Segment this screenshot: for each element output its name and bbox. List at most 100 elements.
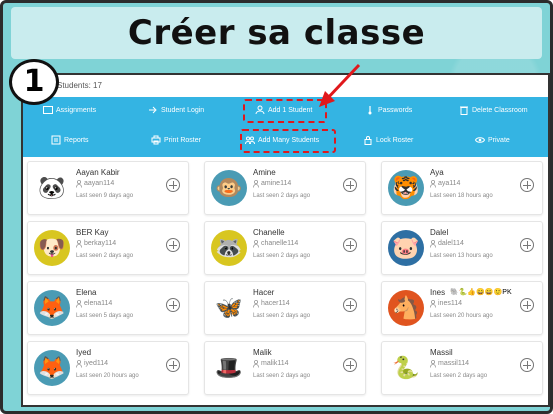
report-icon: [51, 135, 61, 145]
user-icon: [76, 180, 82, 188]
last-seen: Last seen 18 hours ago: [430, 193, 493, 199]
private-button[interactable]: Private: [475, 135, 510, 145]
user-icon: [430, 180, 436, 188]
last-seen: Last seen 2 days ago: [253, 253, 311, 259]
student-login-button[interactable]: Student Login: [148, 105, 204, 115]
student-card[interactable]: 🦊 Iyed iyed114 Last seen 20 hours ago: [27, 341, 189, 395]
pig-avatar-icon: 🐷: [392, 235, 420, 260]
last-seen: Last seen 9 days ago: [76, 193, 134, 199]
snake-avatar-icon: 🐍: [392, 355, 420, 380]
student-username: iyed114: [84, 360, 109, 367]
trash-icon: [460, 106, 468, 115]
dog-avatar-icon: 🐶: [38, 235, 66, 260]
student-badges: 🐘🐍👍😄😄🙂PK: [450, 289, 512, 296]
step-number: 1: [9, 59, 59, 105]
reports-button[interactable]: Reports: [51, 135, 89, 145]
award-points-icon[interactable]: [520, 238, 534, 252]
delete-classroom-label: Delete Classroom: [472, 106, 528, 114]
award-points-icon[interactable]: [520, 178, 534, 192]
raccoon-avatar-icon: 🦝: [215, 235, 243, 260]
user-icon: [253, 360, 259, 368]
student-card[interactable]: 🐴 Ines ines114 Last seen 20 hours ago 🐘🐍…: [381, 281, 543, 335]
student-username: massil114: [438, 360, 469, 367]
passwords-button[interactable]: Passwords: [365, 105, 412, 115]
moth-avatar-icon: 🦋: [215, 295, 243, 320]
user-icon: [76, 360, 82, 368]
student-card[interactable]: 🐶 BER Kay berkay114 Last seen 2 days ago: [27, 221, 189, 275]
student-name: Elena: [76, 288, 97, 297]
gentleman-avatar-icon: 🎩: [215, 355, 243, 380]
printer-icon: [151, 135, 161, 145]
delete-classroom-button[interactable]: Delete Classroom: [459, 105, 528, 115]
avatar: 🐷: [388, 230, 424, 266]
print-roster-button[interactable]: Print Roster: [151, 135, 201, 145]
award-points-icon[interactable]: [520, 358, 534, 372]
user-icon: [430, 300, 436, 308]
student-card[interactable]: 🐵 Amine amine114 Last seen 2 days ago: [204, 161, 366, 215]
students-count: Students: 17: [57, 81, 102, 90]
student-card[interactable]: 🦝 Chanelle chanelle114 Last seen 2 days …: [204, 221, 366, 275]
student-card[interactable]: 🦊 Elena elena114 Last seen 5 days ago: [27, 281, 189, 335]
last-seen: Last seen 2 days ago: [430, 373, 488, 379]
student-username: aya114: [438, 180, 461, 187]
student-name: Chanelle: [253, 228, 285, 237]
avatar: 🐴: [388, 290, 424, 326]
student-username: elena114: [84, 300, 113, 307]
slide-title: Créer sa classe: [127, 13, 426, 53]
last-seen: Last seen 5 days ago: [76, 313, 134, 319]
award-points-icon[interactable]: [343, 358, 357, 372]
student-name: Iyed: [76, 348, 92, 357]
user-icon: [253, 180, 259, 188]
last-seen: Last seen 2 days ago: [253, 373, 311, 379]
avatar: 🐵: [211, 170, 247, 206]
classroom-panel: Students: 17 Assignments Student Login A…: [21, 73, 550, 407]
user-icon: [253, 300, 259, 308]
add-many-students-highlight: [240, 129, 336, 153]
student-username: berkay114: [84, 240, 117, 247]
assignments-label: Assignments: [56, 106, 97, 114]
award-points-icon[interactable]: [166, 178, 180, 192]
folder-icon: [43, 106, 53, 114]
avatar: 🦝: [211, 230, 247, 266]
award-points-icon[interactable]: [343, 238, 357, 252]
fox-avatar-icon: 🦊: [38, 295, 66, 320]
award-points-icon[interactable]: [343, 298, 357, 312]
passwords-label: Passwords: [378, 106, 413, 114]
reports-label: Reports: [64, 136, 89, 144]
panda-avatar-icon: 🐼: [38, 175, 66, 200]
student-name: BER Kay: [76, 228, 109, 237]
avatar: 🦊: [34, 350, 70, 386]
private-label: Private: [488, 136, 510, 144]
last-seen: Last seen 2 days ago: [76, 253, 134, 259]
student-username: chanelle114: [261, 240, 299, 247]
award-points-icon[interactable]: [166, 358, 180, 372]
student-username: ines114: [438, 300, 463, 307]
student-card[interactable]: 🎩 Malik malik114 Last seen 2 days ago: [204, 341, 366, 395]
student-login-label: Student Login: [161, 106, 205, 114]
horse-avatar-icon: 🐴: [392, 295, 420, 320]
student-card[interactable]: 🐯 Aya aya114 Last seen 18 hours ago: [381, 161, 543, 215]
slide: Créer sa classe 1 Students: 17 Assignmen…: [0, 0, 553, 414]
award-points-icon[interactable]: [166, 238, 180, 252]
student-card[interactable]: 🐼 Aayan Kabir aayan114 Last seen 9 days …: [27, 161, 189, 215]
lock-icon: [364, 136, 372, 145]
award-points-icon[interactable]: [520, 298, 534, 312]
award-points-icon[interactable]: [166, 298, 180, 312]
avatar: 🎩: [211, 350, 247, 386]
student-username: dalel114: [438, 240, 464, 247]
student-card[interactable]: 🐍 Massil massil114 Last seen 2 days ago: [381, 341, 543, 395]
avatar: 🦋: [211, 290, 247, 326]
student-card[interactable]: 🦋 Hacer hacer114 Last seen 2 days ago: [204, 281, 366, 335]
last-seen: Last seen 20 hours ago: [430, 313, 493, 319]
student-name: Amine: [253, 168, 276, 177]
key-icon: [368, 106, 372, 115]
lock-roster-button[interactable]: Lock Roster: [363, 135, 413, 145]
assignments-button[interactable]: Assignments: [43, 105, 96, 115]
last-seen: Last seen 2 days ago: [253, 193, 311, 199]
student-username: malik114: [261, 360, 289, 367]
award-points-icon[interactable]: [343, 178, 357, 192]
student-name: Hacer: [253, 288, 275, 297]
monkey-avatar-icon: 🐵: [215, 175, 243, 200]
student-card[interactable]: 🐷 Dalel dalel114 Last seen 13 hours ago: [381, 221, 543, 275]
fox2-avatar-icon: 🦊: [38, 355, 66, 380]
